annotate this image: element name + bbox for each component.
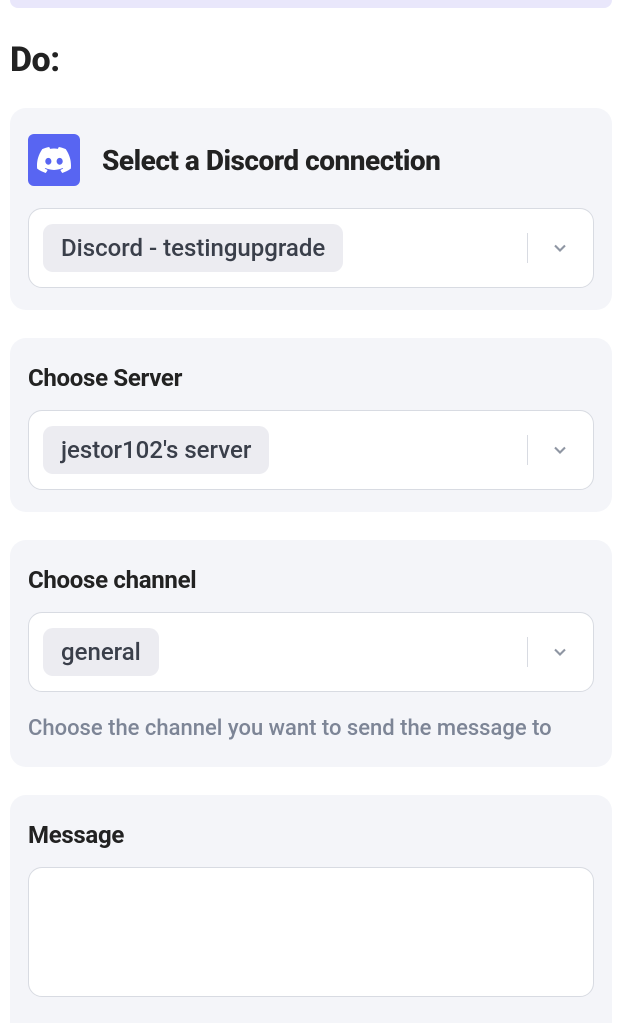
channel-value: general	[43, 628, 159, 676]
connection-title: Select a Discord connection	[102, 144, 440, 177]
channel-select[interactable]: general	[28, 612, 594, 692]
message-label: Message	[28, 821, 594, 849]
chevron-down-icon	[550, 642, 570, 662]
message-input[interactable]	[28, 867, 594, 997]
connection-dropdown-toggle[interactable]	[527, 209, 593, 287]
connection-card: Select a Discord connection Discord - te…	[10, 108, 612, 310]
server-dropdown-toggle[interactable]	[527, 411, 593, 489]
server-value: jestor102's server	[43, 426, 269, 474]
server-select[interactable]: jestor102's server	[28, 410, 594, 490]
chevron-down-icon	[550, 238, 570, 258]
chevron-down-icon	[550, 440, 570, 460]
previous-card-stub	[10, 0, 612, 8]
server-card: Choose Server jestor102's server	[10, 338, 612, 512]
channel-dropdown-toggle[interactable]	[527, 613, 593, 691]
channel-label: Choose channel	[28, 566, 594, 594]
channel-card: Choose channel general Choose the channe…	[10, 540, 612, 767]
connection-value: Discord - testingupgrade	[43, 224, 343, 272]
server-label: Choose Server	[28, 364, 594, 392]
connection-header: Select a Discord connection	[28, 134, 594, 186]
discord-icon	[28, 134, 80, 186]
message-card: Message	[10, 795, 612, 1023]
channel-helper-text: Choose the channel you want to send the …	[28, 712, 594, 745]
do-heading: Do:	[10, 40, 622, 80]
connection-select[interactable]: Discord - testingupgrade	[28, 208, 594, 288]
